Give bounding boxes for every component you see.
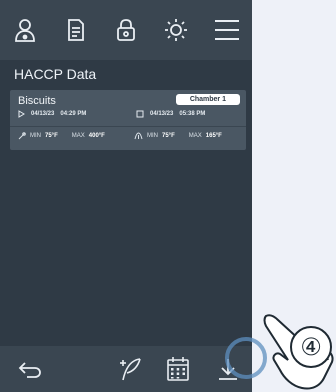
play-icon bbox=[18, 110, 25, 118]
chamber-min-value: 75°F bbox=[162, 133, 175, 139]
end-clock: 05:38 PM bbox=[179, 111, 206, 117]
lock-icon[interactable] bbox=[106, 10, 146, 50]
document-icon[interactable] bbox=[56, 10, 96, 50]
start-time: 04/13/23 04:29 PM bbox=[18, 110, 86, 118]
probe-max-label: MAX bbox=[71, 133, 85, 139]
chamber-badge: Chamber 1 bbox=[175, 94, 240, 105]
stop-icon bbox=[136, 110, 144, 118]
haccp-record-card[interactable]: Biscuits Chamber 1 04/13/23 04:29 PM 04/… bbox=[10, 90, 246, 150]
temperature-row: MIN 75°F MAX 400°F MIN 75°F MAX 165°F bbox=[10, 132, 246, 144]
end-time: 04/13/23 05:38 PM bbox=[136, 110, 205, 118]
app-screen: HACCP Data Biscuits Chamber 1 04/13/23 0… bbox=[0, 0, 252, 392]
feather-icon[interactable] bbox=[114, 353, 146, 385]
time-row: 04/13/23 04:29 PM 04/13/23 05:38 PM bbox=[10, 110, 246, 124]
chamber-min-label: MIN bbox=[147, 133, 158, 139]
probe-icon bbox=[18, 132, 26, 140]
back-icon[interactable] bbox=[14, 353, 46, 385]
chamber-max-value: 165°F bbox=[205, 133, 222, 139]
bottom-toolbar bbox=[0, 346, 252, 392]
page-title: HACCP Data bbox=[14, 66, 97, 82]
chamber-max-label: MAX bbox=[188, 133, 202, 139]
chamber-temps: MIN 75°F MAX 165°F bbox=[134, 132, 222, 140]
top-toolbar bbox=[0, 0, 252, 60]
start-clock: 04:29 PM bbox=[60, 111, 87, 117]
chamber-temp-icon bbox=[134, 132, 143, 140]
probe-min-label: MIN bbox=[30, 133, 41, 139]
card-divider bbox=[10, 126, 246, 127]
calendar-icon[interactable] bbox=[162, 353, 194, 385]
brightness-icon[interactable] bbox=[156, 10, 196, 50]
start-date: 04/13/23 bbox=[31, 111, 55, 117]
menu-icon[interactable] bbox=[207, 10, 247, 50]
profile-icon[interactable] bbox=[5, 10, 45, 50]
step-number-badge: ④ bbox=[290, 326, 332, 368]
end-date: 04/13/23 bbox=[150, 111, 174, 117]
probe-min-value: 75°F bbox=[45, 133, 58, 139]
probe-max-value: 400°F bbox=[88, 133, 105, 139]
probe-temps: MIN 75°F MAX 400°F bbox=[18, 132, 105, 140]
touch-ripple bbox=[225, 337, 267, 379]
record-name: Biscuits bbox=[18, 95, 56, 107]
